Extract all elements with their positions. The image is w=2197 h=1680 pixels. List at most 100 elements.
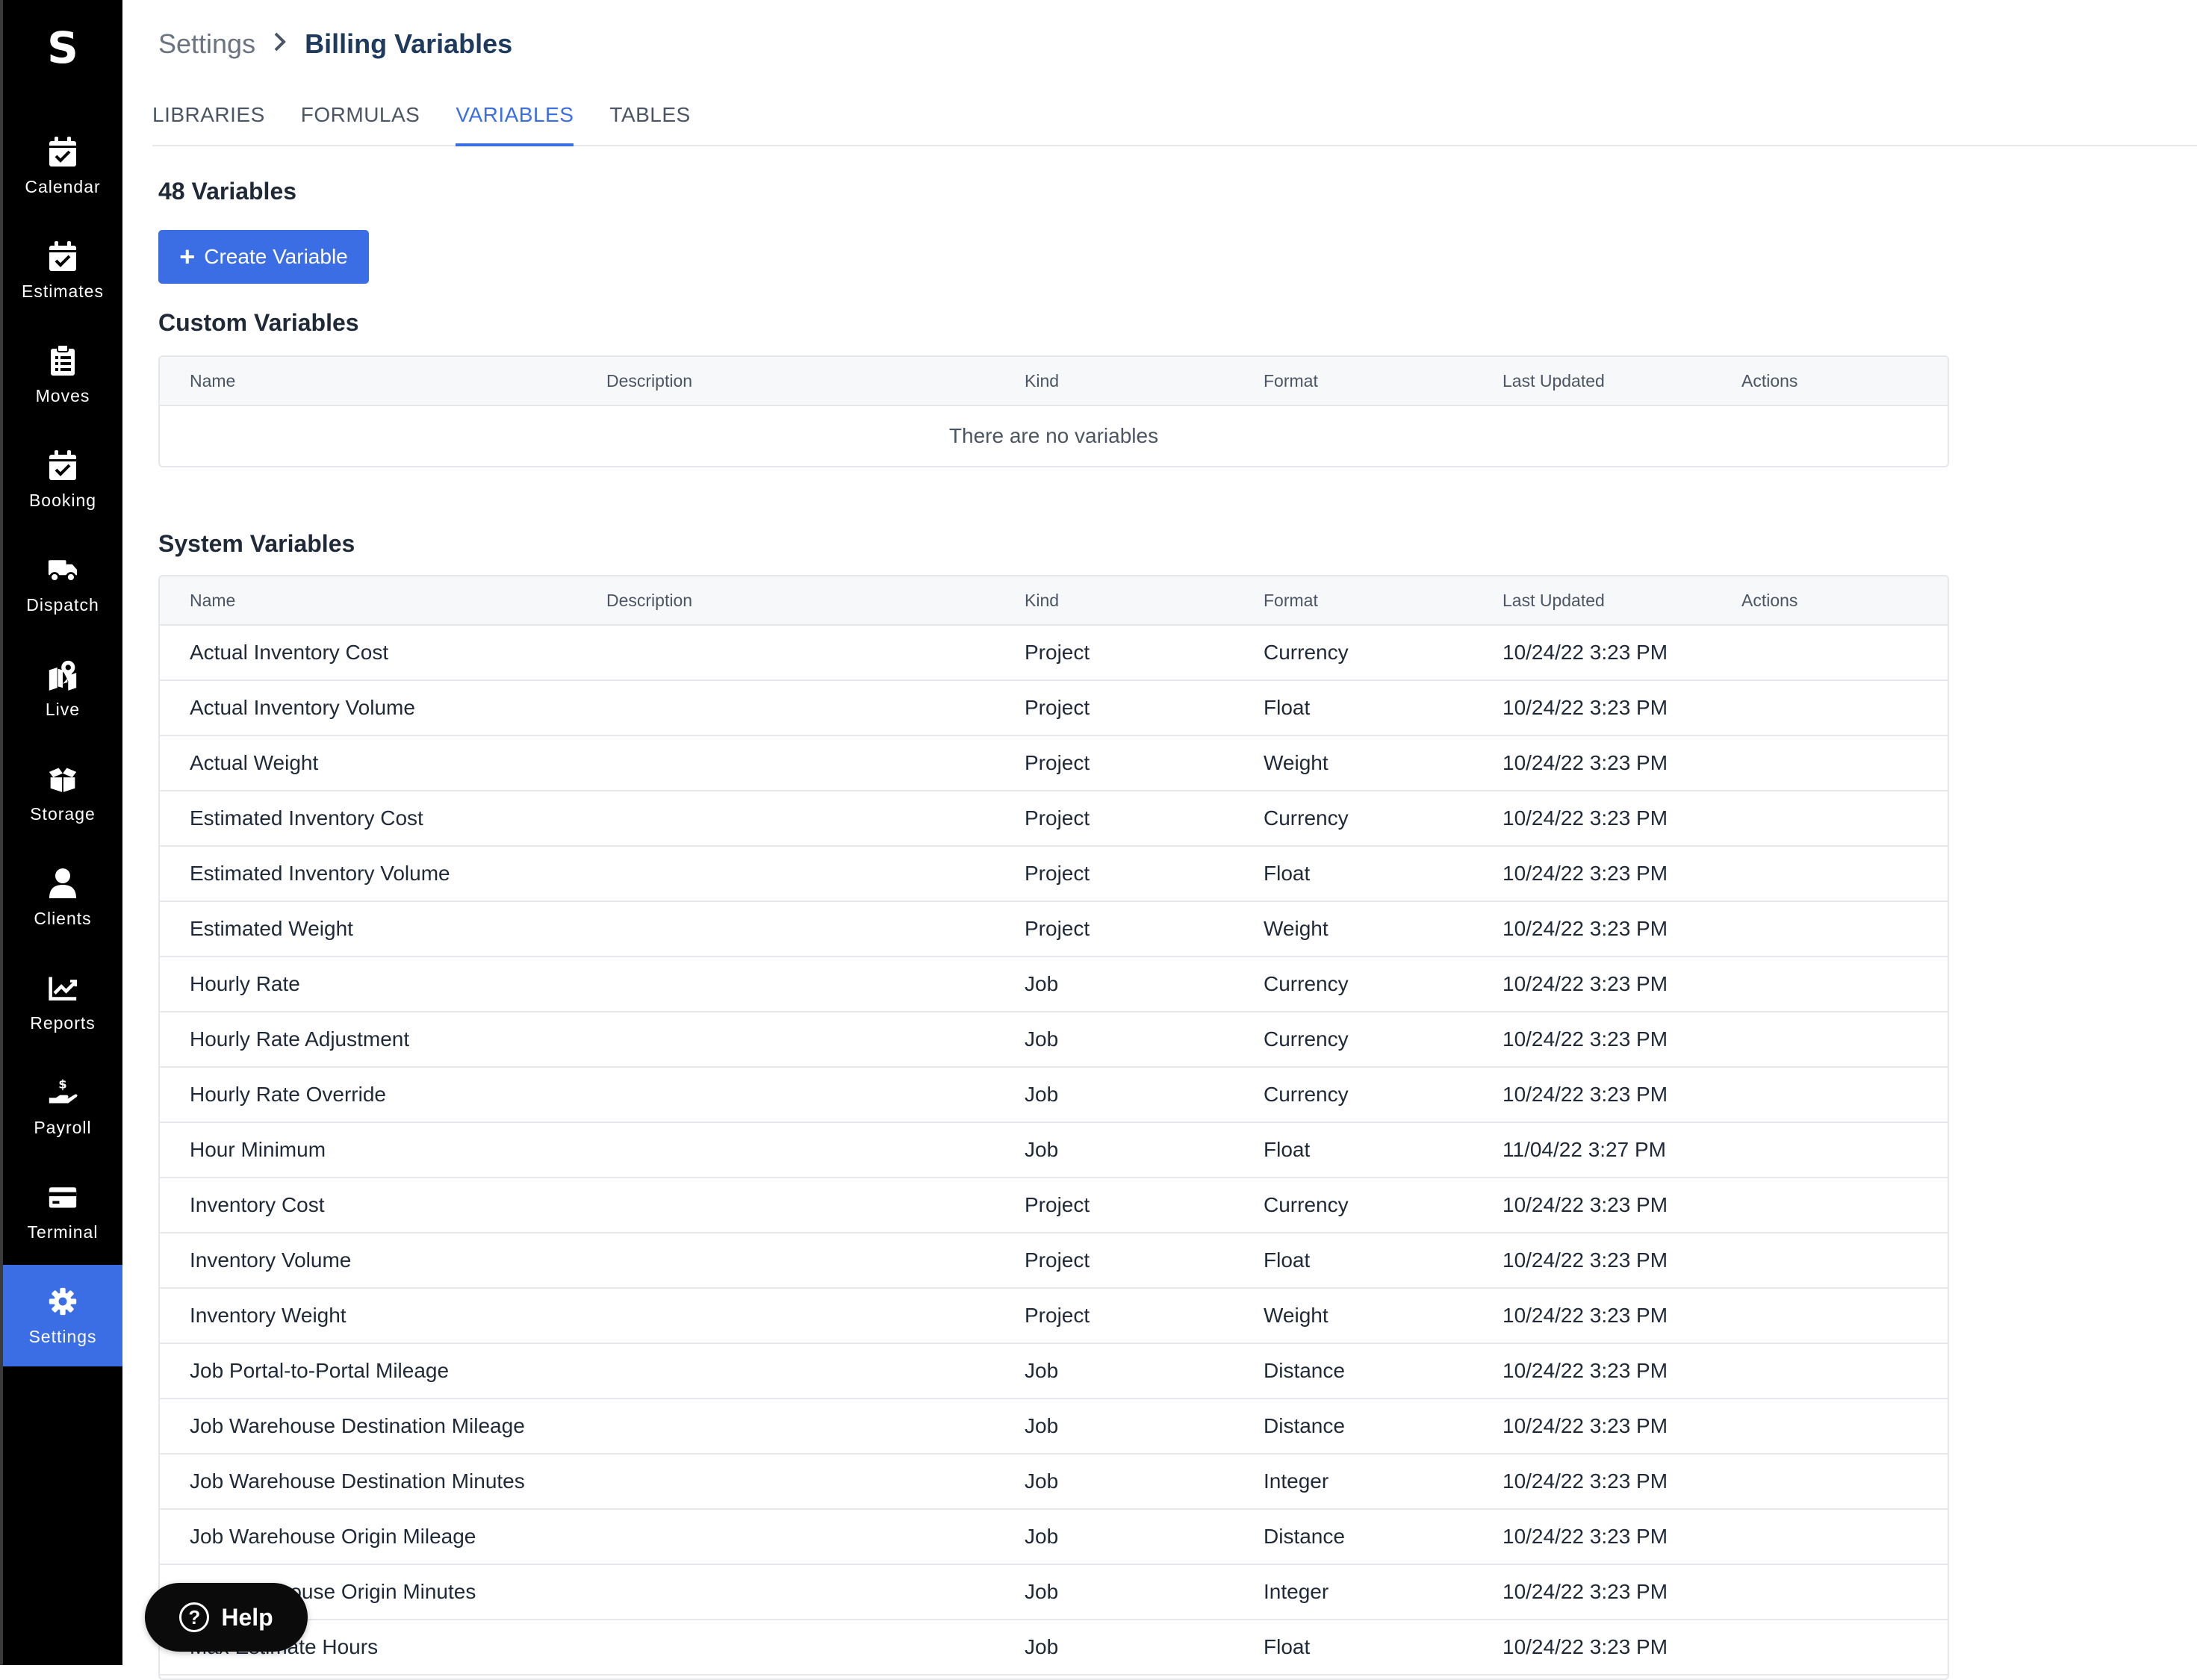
column-header-last-updated[interactable]: Last Updated	[1503, 371, 1605, 391]
table-row[interactable]: Job Portal-to-Portal MileageJobDistance1…	[160, 1344, 1948, 1399]
sidebar-item-label: Storage	[30, 804, 96, 824]
cell-kind: Project	[1025, 751, 1090, 775]
table-row[interactable]: Job Warehouse Destination MileageJobDist…	[160, 1399, 1948, 1455]
cell-format: Distance	[1264, 1414, 1345, 1438]
table-row[interactable]: Hourly Rate OverrideJobCurrency10/24/22 …	[160, 1068, 1948, 1123]
help-button[interactable]: ? Help	[145, 1583, 308, 1652]
cell-format: Currency	[1264, 972, 1349, 996]
tab-libraries[interactable]: LIBRARIES	[152, 97, 265, 146]
sidebar-item-payroll[interactable]: $ Payroll	[3, 1056, 122, 1157]
sidebar-item-reports[interactable]: Reports	[3, 951, 122, 1053]
sidebar-item-label: Moves	[36, 386, 90, 406]
cell-kind: Job	[1025, 1138, 1058, 1162]
sidebar-item-terminal[interactable]: Terminal	[3, 1160, 122, 1262]
tab-variables[interactable]: VARIABLES	[456, 97, 574, 146]
table-row[interactable]: Estimated Inventory CostProjectCurrency1…	[160, 791, 1948, 847]
cell-last-updated: 10/24/22 3:23 PM	[1503, 1635, 1668, 1659]
sidebar-item-moves[interactable]: Moves	[3, 324, 122, 426]
cell-kind: Job	[1025, 972, 1058, 996]
truck-icon	[48, 553, 78, 586]
cell-format: Integer	[1264, 1469, 1329, 1493]
table-row[interactable]: Actual Inventory VolumeProjectFloat10/24…	[160, 681, 1948, 736]
app-logo[interactable]: S	[3, 22, 122, 73]
cell-name: Estimated Inventory Volume	[190, 862, 450, 886]
sidebar-item-live[interactable]: Live	[3, 638, 122, 739]
cell-name: Hourly Rate	[190, 972, 300, 996]
cell-kind: Job	[1025, 1083, 1058, 1107]
sidebar-item-calendar[interactable]: Calendar	[3, 115, 122, 217]
table-row[interactable]: Job Warehouse Origin MinutesJobInteger10…	[160, 1565, 1948, 1620]
sidebar-item-label: Booking	[29, 491, 96, 511]
question-circle-icon: ?	[179, 1602, 209, 1632]
sidebar-item-storage[interactable]: Storage	[3, 742, 122, 844]
cell-format: Distance	[1264, 1525, 1345, 1549]
sidebar-item-estimates[interactable]: Estimates	[3, 220, 122, 321]
cell-last-updated: 10/24/22 3:23 PM	[1503, 1193, 1668, 1217]
calendar-check-icon	[48, 240, 78, 273]
create-variable-button[interactable]: + Create Variable	[158, 230, 369, 284]
table-row[interactable]: Max Estimate HoursJobFloat10/24/22 3:23 …	[160, 1620, 1948, 1676]
cell-kind: Project	[1025, 862, 1090, 886]
table-row[interactable]: Hourly Rate Job Currency 10/24/22 3:23 PM	[160, 957, 1948, 1012]
clipboard-list-icon	[48, 344, 78, 377]
sidebar-item-dispatch[interactable]: Dispatch	[3, 533, 122, 635]
cell-name: Job Warehouse Origin Mileage	[190, 1525, 476, 1549]
cell-last-updated: 10/24/22 3:23 PM	[1503, 972, 1668, 996]
empty-state: There are no variables	[160, 406, 1948, 466]
chevron-right-icon	[273, 30, 287, 59]
cell-name: Hourly Rate Override	[190, 1083, 386, 1107]
column-header-format[interactable]: Format	[1264, 371, 1318, 391]
sidebar-item-booking[interactable]: Booking	[3, 429, 122, 530]
cell-name: Job Warehouse Destination Minutes	[190, 1469, 525, 1493]
sidebar-item-clients[interactable]: Clients	[3, 847, 122, 948]
map-pin-icon	[48, 658, 78, 691]
table-header: Name Description Kind Format Last Update…	[160, 357, 1948, 406]
cell-last-updated: 11/04/22 3:27 PM	[1503, 1138, 1666, 1162]
column-header-name[interactable]: Name	[190, 371, 235, 391]
custom-variables-title: Custom Variables	[158, 309, 359, 337]
cell-kind: Job	[1025, 1027, 1058, 1051]
breadcrumb-settings-link[interactable]: Settings	[158, 28, 255, 60]
table-row[interactable]: Hourly Rate AdjustmentJobCurrency10/24/2…	[160, 1012, 1948, 1068]
table-row[interactable]: Job Warehouse Destination MinutesJobInte…	[160, 1455, 1948, 1510]
table-row[interactable]: Estimated Inventory VolumeProjectFloat10…	[160, 847, 1948, 902]
calendar-check-icon	[48, 135, 78, 168]
table-row[interactable]: Actual Inventory CostProjectCurrency10/2…	[160, 626, 1948, 681]
tab-tables[interactable]: TABLES	[609, 97, 690, 146]
tab-formulas[interactable]: FORMULAS	[301, 97, 420, 146]
cell-name: Job Warehouse Destination Mileage	[190, 1414, 525, 1438]
column-header-name[interactable]: Name	[190, 591, 235, 611]
tab-bar: LIBRARIES FORMULAS VARIABLES TABLES	[152, 97, 2197, 146]
svg-text:$: $	[58, 1077, 66, 1091]
column-header-actions: Actions	[1741, 371, 1797, 391]
cell-format: Currency	[1264, 1083, 1349, 1107]
variables-count: 48 Variables	[158, 178, 296, 205]
column-header-last-updated[interactable]: Last Updated	[1503, 591, 1605, 611]
calendar-check-icon	[48, 449, 78, 482]
cell-kind: Project	[1025, 1193, 1090, 1217]
table-row[interactable]: Inventory CostProjectCurrency10/24/22 3:…	[160, 1178, 1948, 1233]
column-header-description[interactable]: Description	[606, 371, 692, 391]
cell-format: Float	[1264, 696, 1310, 720]
sidebar-item-settings[interactable]: Settings	[3, 1265, 122, 1366]
column-header-kind[interactable]: Kind	[1025, 371, 1059, 391]
page-title: Billing Variables	[305, 28, 512, 60]
cell-last-updated: 10/24/22 3:23 PM	[1503, 1027, 1668, 1051]
column-header-description[interactable]: Description	[606, 591, 692, 611]
cell-last-updated: 10/24/22 3:23 PM	[1503, 1414, 1668, 1438]
table-row[interactable]: Hour MinimumJobFloat11/04/22 3:27 PM	[160, 1123, 1948, 1178]
cell-name: Estimated Inventory Cost	[190, 806, 423, 830]
table-row[interactable]: Inventory VolumeProjectFloat10/24/22 3:2…	[160, 1233, 1948, 1289]
sidebar-item-label: Estimates	[22, 281, 104, 302]
cell-name: Actual Inventory Volume	[190, 696, 415, 720]
cell-name: Actual Inventory Cost	[190, 641, 388, 665]
column-header-kind[interactable]: Kind	[1025, 591, 1059, 611]
cell-last-updated: 10/24/22 3:23 PM	[1503, 1359, 1668, 1383]
cell-kind: Job	[1025, 1525, 1058, 1549]
column-header-format[interactable]: Format	[1264, 591, 1318, 611]
table-row[interactable]: Actual WeightProjectWeight10/24/22 3:23 …	[160, 736, 1948, 791]
table-row[interactable]: Job Warehouse Origin MileageJobDistance1…	[160, 1510, 1948, 1565]
table-row[interactable]: Estimated WeightProjectWeight10/24/22 3:…	[160, 902, 1948, 957]
plus-icon: +	[179, 243, 195, 270]
table-row[interactable]: Inventory WeightProjectWeight10/24/22 3:…	[160, 1289, 1948, 1344]
